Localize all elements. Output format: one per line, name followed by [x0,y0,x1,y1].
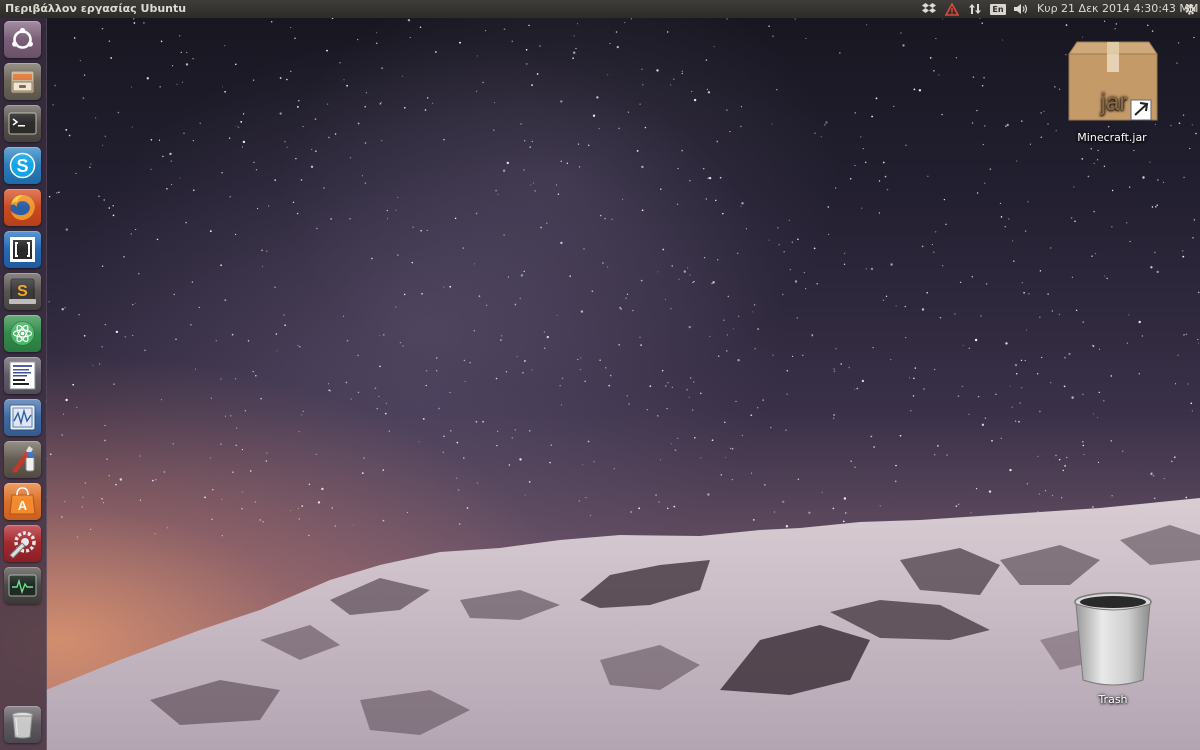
trash-bin-icon [1074,592,1152,686]
brackets-icon [10,237,35,262]
terminal-icon [8,112,37,135]
launcher-item-system-settings[interactable] [4,525,41,562]
launcher-item-files[interactable] [4,63,41,100]
warning-icon[interactable] [944,0,960,18]
launcher-item-trash[interactable] [4,706,41,743]
document-thumbnail-icon [9,361,36,390]
paint-tools-icon [12,446,35,473]
launcher-item-skype[interactable]: S [4,147,41,184]
ubuntu-logo-icon [12,27,33,49]
launcher-item-dash-home[interactable] [4,21,41,58]
launcher-item-system-monitor-2[interactable] [4,567,41,604]
desktop-wallpaper [0,0,1200,750]
language-indicator[interactable]: En [990,0,1006,18]
atom-icon [10,321,35,346]
launcher-item-system-monitor[interactable] [4,399,41,436]
shopping-bag-icon: A [9,487,36,515]
file-cabinet-icon [10,70,35,94]
firefox-icon [10,195,35,220]
svg-text:S: S [17,283,28,300]
launcher-item-document-viewer[interactable] [4,357,41,394]
desktop-icon-label: Minecraft.jar [1077,131,1147,144]
top-panel: Περιβάλλον εργασίας Ubuntu En Κυρ 21 Δεκ… [0,0,1200,18]
speaker-icon[interactable] [1012,0,1030,18]
launcher-item-gimp[interactable] [4,441,41,478]
panel-title: Περιβάλλον εργασίας Ubuntu [5,2,187,15]
launcher: S S A [0,18,47,750]
gear-icon[interactable] [1182,0,1198,18]
network-updown-icon[interactable] [967,0,983,18]
trash-icon [12,712,33,739]
sublime-text-icon: S [9,278,36,304]
launcher-item-sublime-text[interactable]: S [4,273,41,310]
jar-package-icon: jar [1068,41,1158,121]
snowy-mountain [46,498,1200,750]
clock[interactable]: Κυρ 21 Δεκ 2014 4:30:43 ΜΜ [1037,0,1198,18]
desktop-icon-minecraft-jar[interactable]: jar Minecraft.jar [1062,38,1162,144]
launcher-item-software-center[interactable]: A [4,483,41,520]
desktop-icon-label: Trash [1098,693,1128,706]
dropbox-icon[interactable] [921,0,937,18]
activity-monitor-icon [8,574,37,597]
wrench-gear-icon [9,531,36,559]
launcher-item-brackets[interactable] [4,231,41,268]
launcher-item-firefox[interactable] [4,189,41,226]
desktop-icon-trash[interactable]: Trash [1068,588,1158,706]
svg-text:A: A [18,498,28,513]
monitor-graph-icon [9,404,36,431]
jar-badge: jar [1100,89,1128,116]
launcher-item-atom[interactable] [4,315,41,352]
language-label: En [990,3,1006,15]
skype-icon: S [9,152,36,179]
svg-text:S: S [16,156,28,176]
launcher-item-terminal[interactable] [4,105,41,142]
